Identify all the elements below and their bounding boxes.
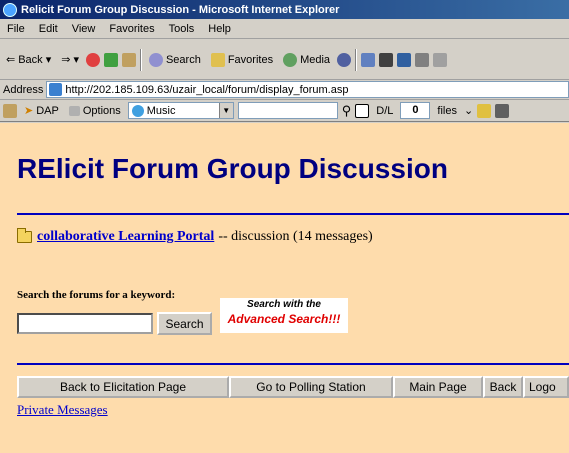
address-url: http://202.185.109.63/uzair_local/forum/…	[65, 83, 349, 96]
highlight-icon[interactable]	[477, 103, 492, 118]
edit-icon[interactable]	[397, 52, 412, 67]
address-bar: Address http://202.185.109.63/uzair_loca…	[0, 80, 569, 100]
discuss-icon[interactable]	[415, 52, 430, 67]
advanced-search-link[interactable]: Search with the Advanced Search!!!	[220, 298, 348, 333]
dap-label: DAP	[36, 104, 59, 117]
refresh-icon[interactable]	[103, 52, 118, 67]
ie-icon	[3, 2, 17, 17]
back-arrow-icon: ⇐	[6, 54, 16, 66]
forum-search-input[interactable]	[17, 313, 153, 334]
menu-view[interactable]: View	[65, 23, 103, 35]
chevron-down-icon[interactable]: ▼	[218, 103, 233, 118]
magnifier-icon[interactable]: ⚲	[342, 103, 352, 119]
home-icon[interactable]	[3, 103, 17, 118]
favorites-icon	[210, 52, 225, 67]
folder-icon	[17, 228, 32, 243]
favorites-button[interactable]: Favorites	[208, 51, 276, 69]
options-button[interactable]: Options	[66, 103, 124, 119]
options-icon	[68, 105, 80, 116]
back-button[interactable]: Back	[483, 376, 523, 398]
menu-edit[interactable]: Edit	[32, 23, 65, 35]
address-label: Address	[3, 83, 44, 96]
page-icon	[49, 83, 63, 96]
menu-bar: File Edit View Favorites Tools Help	[0, 19, 569, 39]
chevron-down-icon[interactable]: ⌄	[464, 104, 473, 117]
music-dropdown[interactable]: Music ▼	[127, 102, 234, 119]
back-label: Back	[18, 53, 43, 66]
menu-file[interactable]: File	[0, 23, 32, 35]
private-messages-link[interactable]: Private Messages	[17, 402, 108, 418]
messenger-icon[interactable]	[433, 52, 448, 67]
favorites-label: Favorites	[227, 53, 274, 66]
back-to-elicitation-button[interactable]: Back to Elicitation Page	[17, 376, 229, 398]
dl-label: D/L	[376, 104, 394, 117]
divider	[17, 363, 569, 365]
chevron-down-icon: ▾	[73, 54, 79, 66]
menu-tools[interactable]: Tools	[162, 23, 202, 35]
history-icon[interactable]	[337, 52, 352, 67]
advanced-search-line2: Advanced Search!!!	[227, 312, 341, 326]
stop-icon[interactable]	[85, 52, 100, 67]
forum-entry: collaborative Learning Portal -- discuss…	[17, 228, 373, 245]
dap-button[interactable]: ➤ DAP	[21, 102, 62, 119]
forum-search-button[interactable]: Search	[157, 312, 212, 335]
media-label: Media	[300, 53, 331, 66]
standard-toolbar: ⇐ Back ▾ ⇒ ▾ Search Favorites Media	[0, 40, 569, 80]
advanced-search-line1: Search with the	[247, 299, 321, 310]
page-title: RElicit Forum Group Discussion	[17, 153, 448, 184]
chevron-down-icon: ▾	[45, 54, 52, 66]
back-button[interactable]: ⇐ Back ▾	[3, 51, 54, 68]
mail-icon[interactable]	[361, 52, 376, 67]
links-toolbar: ➤ DAP Options Music ▼ ⚲ D/L 0 files ⌄	[0, 100, 569, 122]
menu-favorites[interactable]: Favorites	[102, 23, 161, 35]
files-label: files	[437, 104, 457, 117]
media-icon	[283, 52, 298, 67]
search-forums-label: Search the forums for a keyword:	[17, 289, 176, 301]
music-label: Music	[146, 104, 176, 117]
main-page-button[interactable]: Main Page	[393, 376, 483, 398]
search-icon	[148, 52, 163, 67]
print-icon[interactable]	[379, 52, 394, 67]
media-button[interactable]: Media	[280, 51, 333, 69]
divider	[17, 213, 569, 215]
toolbar-separator	[139, 48, 142, 71]
search-label: Search	[165, 53, 201, 66]
options-label: Options	[82, 104, 121, 117]
dap-arrow-icon: ➤	[24, 105, 34, 117]
home-icon[interactable]	[121, 52, 136, 67]
toolbar-separator	[355, 48, 358, 71]
page-content: RElicit Forum Group Discussion collabora…	[0, 123, 569, 453]
window-title: Relicit Forum Group Discussion - Microso…	[21, 3, 340, 16]
forward-button[interactable]: ⇒ ▾	[58, 51, 82, 68]
logout-button[interactable]: Logo	[523, 376, 569, 398]
toolbar-search-input[interactable]	[237, 102, 338, 119]
forward-arrow-icon: ⇒	[61, 54, 71, 66]
grid-icon[interactable]	[355, 103, 370, 118]
forum-link[interactable]: collaborative Learning Portal	[37, 229, 214, 245]
window-titlebar: Relicit Forum Group Discussion - Microso…	[0, 0, 569, 19]
search-button[interactable]: Search	[146, 51, 204, 69]
forum-description: -- discussion (14 messages)	[218, 229, 373, 244]
dl-counter: 0	[400, 102, 431, 119]
print-icon[interactable]	[495, 103, 510, 118]
music-icon	[131, 104, 144, 117]
address-field[interactable]: http://202.185.109.63/uzair_local/forum/…	[46, 81, 569, 98]
menu-help[interactable]: Help	[201, 23, 238, 35]
polling-station-button[interactable]: Go to Polling Station	[229, 376, 393, 398]
nav-bar: Back to Elicitation Page Go to Polling S…	[17, 376, 569, 398]
